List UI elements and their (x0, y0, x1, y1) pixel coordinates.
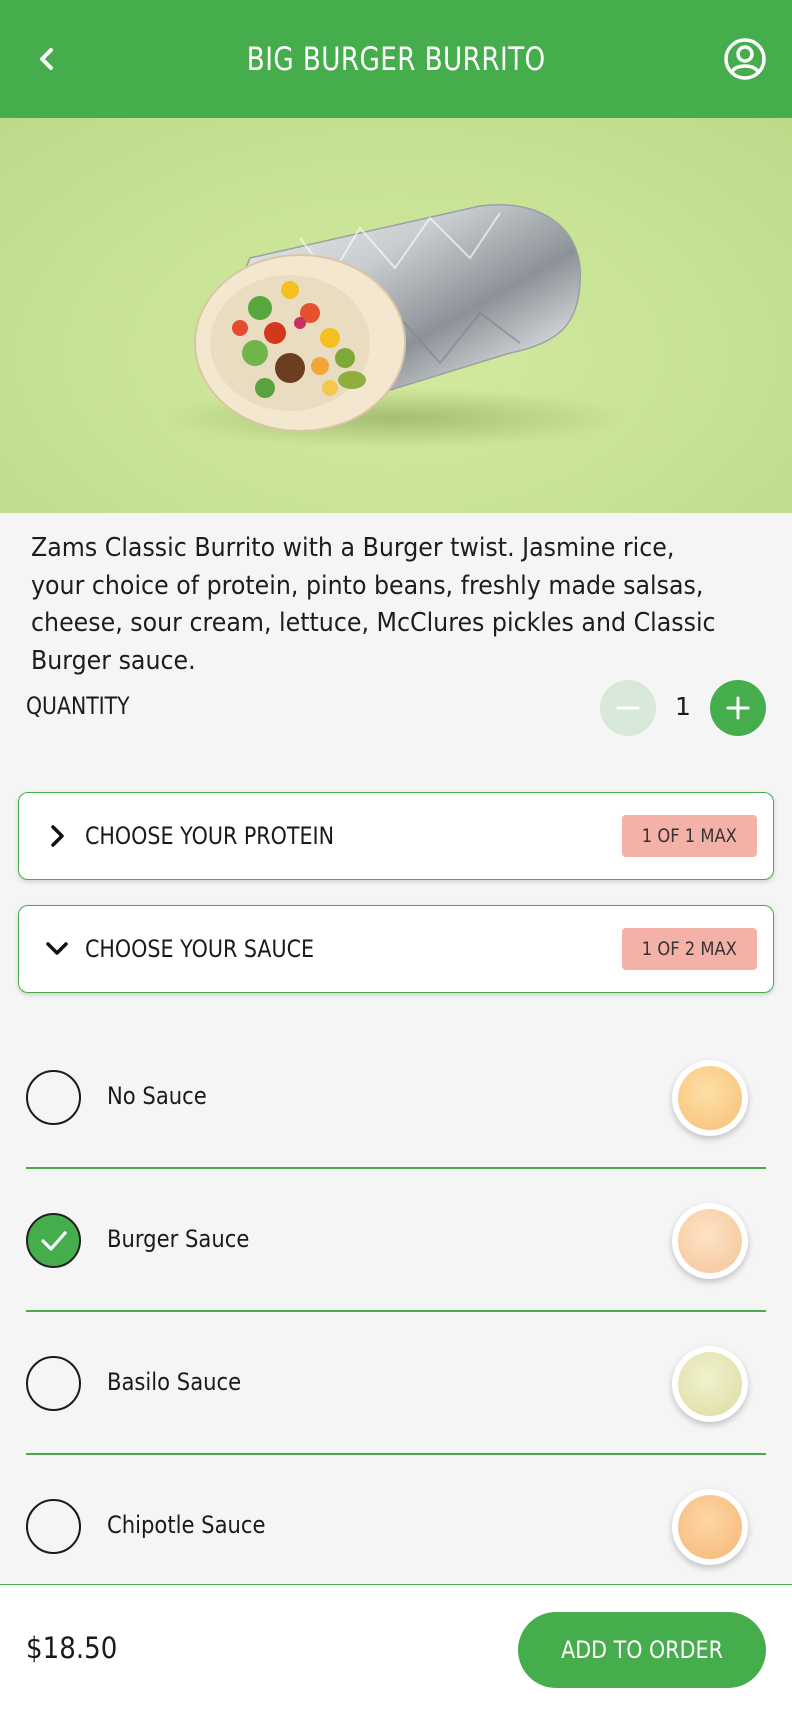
minus-icon (616, 706, 640, 710)
sauce-thumbnail (672, 1060, 748, 1136)
sauce-thumbnail (672, 1489, 748, 1565)
sauce-option[interactable]: Chipotle Sauce (0, 1455, 792, 1598)
profile-button[interactable] (720, 34, 770, 84)
total-price: $18.50 (26, 1631, 118, 1665)
sauce-option[interactable]: Basilo Sauce (0, 1312, 792, 1455)
header-bar: BIG BURGER BURRITO (0, 0, 792, 118)
radio-button[interactable] (26, 1356, 81, 1411)
sauce-thumbnail (672, 1203, 748, 1279)
sauce-option[interactable]: Burger Sauce (0, 1169, 792, 1312)
product-description: Zams Classic Burrito with a Burger twist… (31, 533, 716, 676)
chevron-right-icon (39, 818, 75, 854)
decrease-quantity-button[interactable] (600, 680, 656, 736)
sauce-option[interactable]: No Sauce (0, 1026, 792, 1169)
product-page: BIG BURGER BURRITO Zams Classic Burrito … (0, 0, 792, 1714)
sauce-section-header[interactable]: CHOOSE YOUR SAUCE 1 OF 2 MAX (18, 905, 774, 993)
add-to-order-button[interactable]: ADD TO ORDER (518, 1612, 766, 1688)
protein-section-header[interactable]: CHOOSE YOUR PROTEIN 1 OF 1 MAX (18, 792, 774, 880)
plus-icon (726, 696, 750, 720)
selection-limit-badge: 1 OF 1 MAX (622, 815, 757, 857)
sauce-thumbnail (672, 1346, 748, 1422)
sauce-name: Burger Sauce (107, 1225, 250, 1253)
check-icon (40, 1230, 67, 1251)
chevron-down-icon (39, 931, 75, 967)
radio-button[interactable] (26, 1070, 81, 1125)
back-button[interactable] (22, 34, 72, 84)
page-title: BIG BURGER BURRITO (246, 40, 546, 78)
radio-button[interactable] (26, 1499, 81, 1554)
user-circle-icon (724, 38, 766, 80)
increase-quantity-button[interactable] (710, 680, 766, 736)
selection-limit-badge: 1 OF 2 MAX (622, 928, 757, 970)
burrito-photo (0, 118, 792, 513)
section-title: CHOOSE YOUR PROTEIN (85, 822, 335, 850)
sauce-name: Chipotle Sauce (107, 1511, 266, 1539)
quantity-label: QUANTITY (26, 692, 130, 720)
checkbox-checked[interactable] (26, 1213, 81, 1268)
sauce-name: No Sauce (107, 1082, 207, 1110)
order-footer: $18.50 ADD TO ORDER (0, 1584, 792, 1714)
chevron-left-icon (40, 48, 53, 70)
section-title: CHOOSE YOUR SAUCE (85, 935, 315, 963)
burrito-illustration (165, 204, 625, 448)
quantity-value: 1 (675, 692, 691, 721)
sauce-name: Basilo Sauce (107, 1368, 242, 1396)
